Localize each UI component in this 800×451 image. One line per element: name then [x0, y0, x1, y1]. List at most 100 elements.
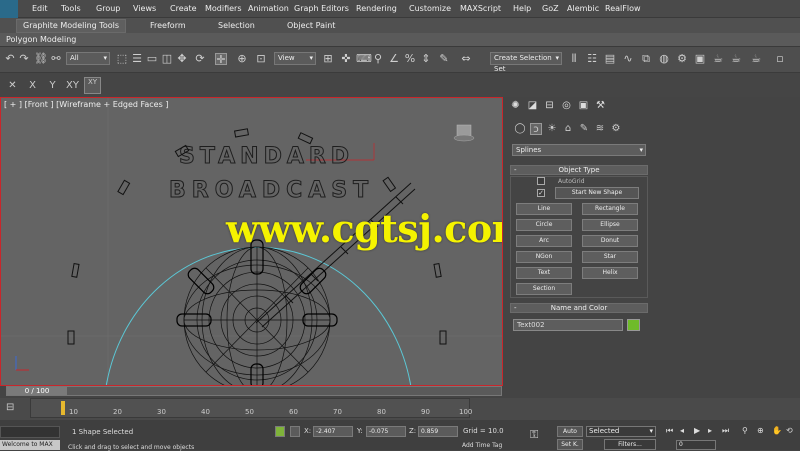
donut-button[interactable]: Donut: [582, 235, 638, 247]
axis-x-button[interactable]: X: [24, 77, 41, 94]
z-coordinate-field[interactable]: 0.859: [418, 426, 458, 437]
object-name-field[interactable]: Text002: [513, 319, 623, 331]
select-scale-icon[interactable]: ✛: [215, 53, 227, 66]
axis-xy-cycle-button[interactable]: XY: [84, 77, 101, 94]
star-button[interactable]: Star: [582, 251, 638, 263]
rectangle-button[interactable]: Rectangle: [582, 203, 638, 215]
circle-button[interactable]: Circle: [516, 219, 572, 231]
current-frame-field[interactable]: 0: [676, 440, 716, 450]
ngon-button[interactable]: NGon: [516, 251, 572, 263]
spinner-snap-icon[interactable]: ⇕: [420, 53, 432, 65]
named-selection-dropdown[interactable]: Create Selection Set: [490, 52, 562, 73]
selection-lock-icon[interactable]: [275, 426, 285, 437]
edit-named-selection-icon[interactable]: ✎: [438, 53, 450, 65]
rect-selection-icon[interactable]: ▭: [146, 53, 158, 65]
render-setup-icon[interactable]: ⚙: [676, 53, 688, 65]
set-key-button[interactable]: Set K.: [557, 439, 583, 450]
menu-modifiers[interactable]: Modifiers: [205, 4, 242, 13]
menu-goz[interactable]: GoZ: [542, 4, 559, 13]
menu-graph-editors[interactable]: Graph Editors: [294, 4, 349, 13]
cameras-icon[interactable]: ⌂: [562, 123, 574, 135]
maxscript-mini-listener[interactable]: Welcome to MAX: [0, 440, 60, 450]
curve-editor-icon[interactable]: ∿: [622, 53, 634, 65]
axis-xy-button[interactable]: XY: [64, 77, 81, 94]
axis-y-button[interactable]: Y: [44, 77, 61, 94]
layer-manager-icon[interactable]: ☷: [586, 53, 598, 65]
time-slider[interactable]: 0 / 100: [6, 386, 502, 396]
tab-object-paint[interactable]: Object Paint: [287, 21, 335, 30]
x-coordinate-field[interactable]: -2.407: [313, 426, 353, 437]
section-button[interactable]: Section: [516, 283, 572, 295]
prev-frame-icon[interactable]: ◂: [680, 426, 684, 435]
motion-tab-icon[interactable]: ◎: [560, 100, 573, 112]
menu-maxscript[interactable]: MAXScript: [460, 4, 501, 13]
display-tab-icon[interactable]: ▣: [577, 100, 590, 112]
orbit-icon[interactable]: ⟲: [786, 426, 793, 435]
absolute-mode-icon[interactable]: [290, 426, 300, 437]
object-color-swatch[interactable]: [627, 319, 640, 331]
text-button[interactable]: Text: [516, 267, 572, 279]
ellipse-button[interactable]: Ellipse: [582, 219, 638, 231]
play-icon[interactable]: ▶: [694, 426, 700, 435]
front-viewport[interactable]: [ + ] [Front ] [Wireframe + Edged Faces …: [0, 97, 503, 386]
window-crossing-icon[interactable]: ◫: [161, 53, 173, 65]
name-color-rollout-header[interactable]: - Name and Color: [510, 303, 648, 313]
percent-snap-icon[interactable]: %: [404, 53, 416, 65]
select-rotate-icon[interactable]: ⟳: [194, 53, 206, 65]
key-filter-selection-dropdown[interactable]: Selected: [586, 426, 656, 437]
auto-key-button[interactable]: Auto: [557, 426, 583, 437]
menu-animation[interactable]: Animation: [248, 4, 289, 13]
redo-icon[interactable]: ↷: [18, 53, 30, 65]
zoom-icon[interactable]: ⚲: [742, 426, 748, 435]
manipulate-icon[interactable]: ✜: [340, 53, 352, 65]
menu-alembic[interactable]: Alembic: [567, 4, 599, 13]
category-dropdown[interactable]: Splines: [512, 144, 646, 156]
menu-realflow[interactable]: RealFlow: [605, 4, 641, 13]
menu-views[interactable]: Views: [133, 4, 156, 13]
start-new-shape-checkbox[interactable]: ✓: [537, 189, 545, 197]
arc-button[interactable]: Arc: [516, 235, 572, 247]
create-tab-icon[interactable]: ✺: [509, 100, 522, 112]
menu-group[interactable]: Group: [96, 4, 120, 13]
toolbar-more-icon[interactable]: ▫: [774, 53, 786, 65]
link-icon[interactable]: ⛓: [34, 53, 48, 65]
align-icon[interactable]: ⫴: [568, 53, 580, 65]
menu-rendering[interactable]: Rendering: [356, 4, 397, 13]
select-move-icon[interactable]: ✥: [176, 53, 188, 65]
snap-toggle-icon[interactable]: ⚲: [372, 53, 384, 65]
key-filters-button[interactable]: Filters...: [604, 439, 656, 450]
add-time-tag[interactable]: Add Time Tag: [462, 442, 502, 449]
mini-curve-editor-icon[interactable]: ⊟: [6, 402, 20, 414]
modify-tab-icon[interactable]: ◪: [526, 100, 539, 112]
tab-graphite-modeling-tools[interactable]: Graphite Modeling Tools: [16, 19, 127, 33]
start-new-shape-button[interactable]: Start New Shape: [555, 187, 639, 199]
menu-tools[interactable]: Tools: [61, 4, 81, 13]
close-icon[interactable]: ✕: [4, 77, 21, 94]
render-production-icon[interactable]: ☕: [712, 53, 724, 65]
utilities-tab-icon[interactable]: ⚒: [594, 100, 607, 112]
tab-selection[interactable]: Selection: [218, 21, 255, 30]
teapot-render-icon[interactable]: ☕: [750, 53, 762, 65]
select-by-name-icon[interactable]: ☰: [131, 53, 143, 65]
keyboard-shortcut-icon[interactable]: ⌨: [356, 53, 372, 65]
helpers-icon[interactable]: ✎: [578, 123, 590, 135]
graphite-toggle-icon[interactable]: ▤: [604, 53, 616, 65]
line-button[interactable]: Line: [516, 203, 572, 215]
hierarchy-tab-icon[interactable]: ⊟: [543, 100, 556, 112]
maxscript-listener-top[interactable]: [0, 426, 60, 438]
app-logo-icon[interactable]: [0, 0, 18, 18]
menu-create[interactable]: Create: [170, 4, 197, 13]
shapes-icon[interactable]: ↄ: [530, 123, 542, 135]
pan-icon[interactable]: ✋: [772, 426, 782, 435]
text-broadcast[interactable]: BROADCAST: [169, 178, 374, 204]
undo-icon[interactable]: ↶: [4, 53, 16, 65]
geometry-icon[interactable]: ◯: [514, 123, 526, 135]
selection-filter-dropdown[interactable]: All: [66, 52, 110, 65]
key-icon[interactable]: ⚿: [530, 428, 538, 442]
place-icon[interactable]: ⊕: [236, 53, 248, 65]
text-standard[interactable]: STANDARD: [179, 144, 354, 170]
zoom-all-icon[interactable]: ⊕: [757, 426, 764, 435]
autogrid-checkbox[interactable]: [537, 177, 545, 185]
select-object-icon[interactable]: ⬚: [116, 53, 128, 65]
time-slider-thumb[interactable]: 0 / 100: [7, 387, 67, 395]
